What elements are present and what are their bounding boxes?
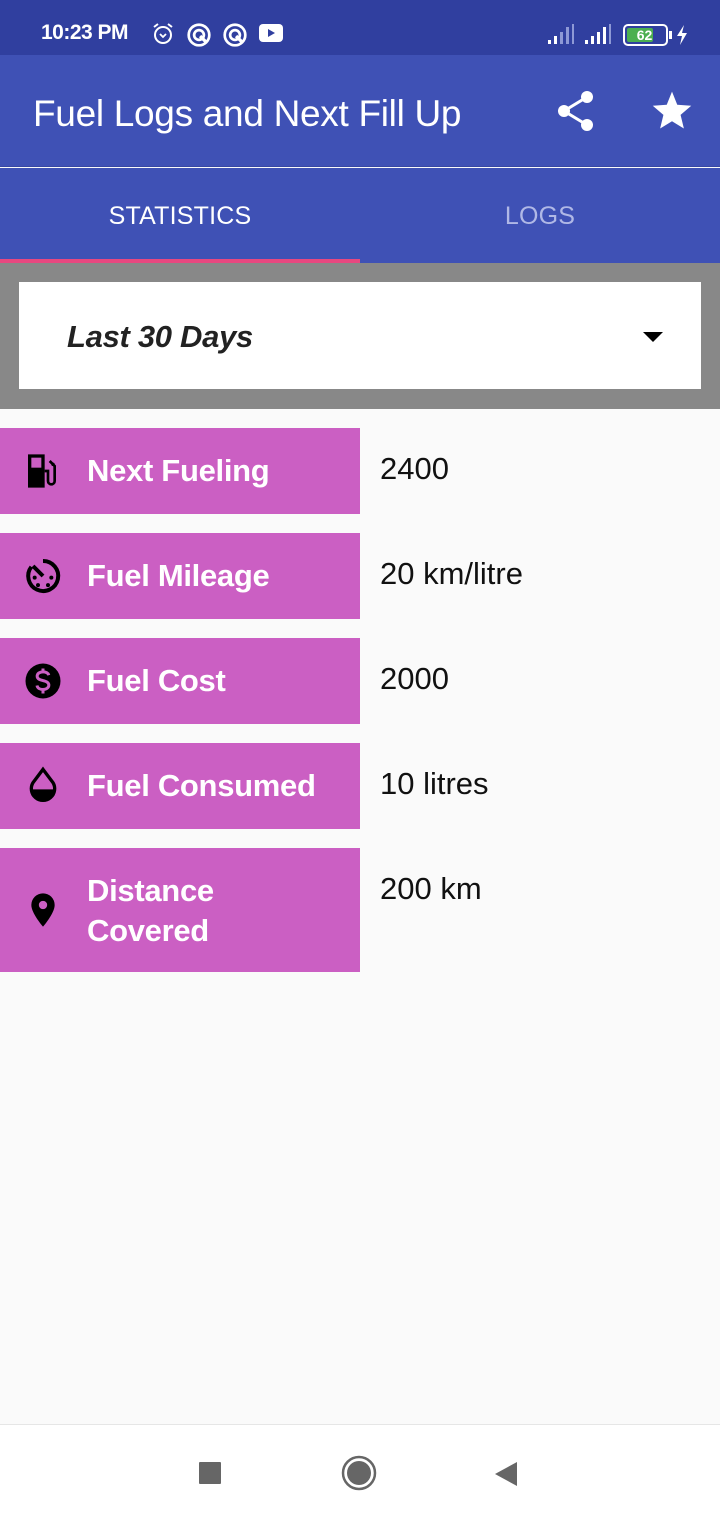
stat-value: 20 km/litre <box>380 556 523 591</box>
sync-icon <box>223 23 247 47</box>
stat-label: Next Fueling <box>87 453 270 488</box>
dollar-icon <box>25 663 61 699</box>
period-dropdown[interactable]: Last 30 Days <box>19 282 701 389</box>
status-time: 10:23 PM <box>41 21 129 44</box>
app-title: Fuel Logs and Next Fill Up <box>33 93 462 134</box>
dropdown-arrow-icon <box>643 332 663 342</box>
stat-label-box: Distance Covered <box>0 848 360 972</box>
speedometer-icon <box>26 558 61 593</box>
stat-value: 10 litres <box>380 766 489 801</box>
drop-icon <box>29 766 57 802</box>
sync-icon <box>187 23 211 47</box>
star-icon[interactable] <box>651 89 693 131</box>
stat-value: 2000 <box>380 661 449 696</box>
stat-value: 200 km <box>380 871 482 906</box>
stat-row-fuel-cost: Fuel Cost 2000 <box>0 638 720 724</box>
youtube-icon <box>259 24 283 42</box>
tab-bar: STATISTICS LOGS <box>0 168 720 263</box>
stat-row-distance-covered: Distance Covered 200 km <box>0 848 720 972</box>
filter-panel: Last 30 Days <box>0 263 720 409</box>
battery-level: 62 <box>636 27 653 43</box>
stat-label-line2: Covered <box>87 913 209 948</box>
stat-label: Fuel Cost <box>87 663 226 698</box>
stat-label: Fuel Mileage <box>87 558 270 593</box>
signal-icon <box>548 24 574 44</box>
stat-value: 2400 <box>380 451 449 486</box>
stat-row-next-fueling: Next Fueling 2400 <box>0 428 720 514</box>
tab-logs-label: LOGS <box>504 202 576 230</box>
tab-logs[interactable]: LOGS <box>360 168 720 263</box>
stat-label-box: Fuel Cost <box>0 638 360 724</box>
stat-row-fuel-mileage: Fuel Mileage 20 km/litre <box>0 533 720 619</box>
tab-statistics-label: STATISTICS <box>108 202 252 230</box>
stat-label: Fuel Consumed <box>87 768 316 803</box>
period-dropdown-value: Last 30 Days <box>67 319 253 354</box>
home-icon[interactable] <box>341 1455 377 1491</box>
battery-icon: 62 <box>623 24 668 46</box>
battery-tip <box>669 31 672 39</box>
stat-row-fuel-consumed: Fuel Consumed 10 litres <box>0 743 720 829</box>
charging-icon <box>677 25 687 45</box>
stat-label-box: Fuel Consumed <box>0 743 360 829</box>
alarm-icon <box>153 23 173 44</box>
recents-icon[interactable] <box>198 1461 222 1485</box>
status-bar: 10:23 PM 62 <box>0 0 720 55</box>
app-bar: Fuel Logs and Next Fill Up <box>0 55 720 167</box>
system-nav-bar <box>0 1424 720 1520</box>
stat-label-box: Fuel Mileage <box>0 533 360 619</box>
signal-icon <box>585 24 611 44</box>
back-icon[interactable] <box>493 1460 519 1488</box>
location-pin-icon <box>31 893 55 927</box>
tab-statistics[interactable]: STATISTICS <box>0 168 360 263</box>
stat-label-box: Next Fueling <box>0 428 360 514</box>
share-icon[interactable] <box>555 89 597 133</box>
stat-label-line1: Distance <box>87 873 214 908</box>
fuel-pump-icon <box>28 454 56 488</box>
